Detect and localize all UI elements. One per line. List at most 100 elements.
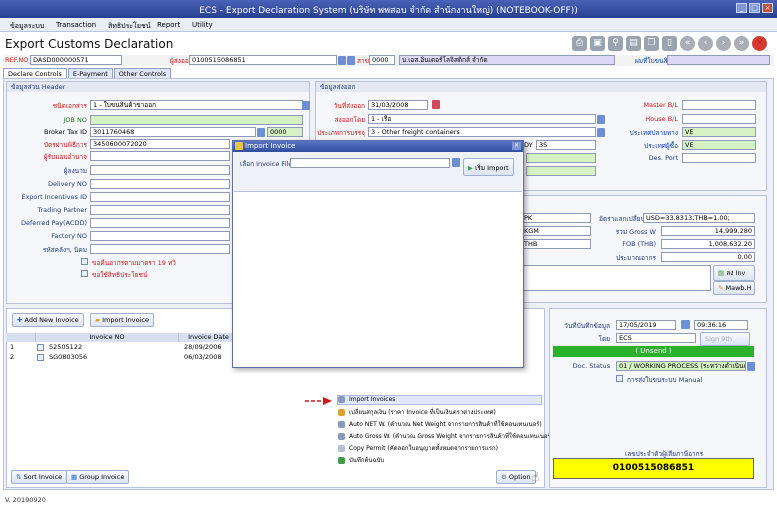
group-invoice-label: Group Invoice [79, 473, 125, 481]
import-invoice-label: Import Invoice [102, 316, 149, 324]
row-checkbox[interactable] [37, 354, 44, 361]
menu-item-system[interactable]: ข้อมูลระบบ [10, 21, 44, 32]
add-invoice-button[interactable]: ✚ Add New Invoice [12, 313, 84, 327]
privilege-checkbox[interactable] [81, 270, 88, 277]
refund-checkbox[interactable] [81, 258, 88, 265]
manual-checkbox[interactable] [616, 375, 623, 382]
calendar-icon[interactable] [432, 100, 440, 109]
fob-field: 1,008,632.20 [661, 239, 755, 249]
group-invoice-button[interactable]: ▦ Group Invoice [66, 470, 130, 484]
house-bl-field[interactable] [682, 114, 756, 124]
sort-invoice-button[interactable]: ⇅ Sort Invoice [11, 470, 68, 484]
factory-no-field[interactable] [90, 231, 230, 241]
des-port-field[interactable] [682, 153, 756, 163]
doc-type-dropdown-icon[interactable] [302, 101, 310, 110]
broker-dropdown-icon[interactable] [257, 128, 265, 137]
agent-field[interactable] [90, 151, 230, 161]
menu-item-transaction[interactable]: Transaction [56, 21, 96, 29]
copy-icon[interactable]: ❐ [644, 36, 659, 51]
title-bar: ECS - Export Declaration System (บริษัท … [0, 0, 777, 18]
delivery-no-label: Delivery NO [47, 180, 87, 188]
row-checkbox[interactable] [37, 344, 44, 351]
doc-type-select[interactable]: 1 - ใบขนสินค้าขาออก [90, 100, 303, 110]
broker-branch-field[interactable]: 0000 [267, 127, 303, 137]
dialog-close-icon[interactable]: × [512, 142, 521, 150]
buy-country-field[interactable]: VE [682, 140, 756, 150]
first-record-icon[interactable]: « [680, 36, 695, 51]
signer-field[interactable] [90, 165, 230, 175]
mawb-button[interactable]: ✎ Mawb.H [713, 281, 755, 295]
save-icon[interactable]: ▣ [590, 36, 605, 51]
package-unit-field[interactable]: PK [521, 213, 591, 223]
broker-card-label: บัตรผ่านพิธีการ [43, 141, 87, 149]
port-field-2[interactable] [526, 166, 596, 176]
minimize-icon[interactable]: _ [736, 3, 747, 13]
dialog-toolbar: เลือก Invoice File ▶ เริ่ม Import [234, 152, 522, 192]
menu-import-invoices[interactable]: Import Invoices [337, 395, 542, 405]
menu-change-currency[interactable]: เปลี่ยนสกุลเงิน (ราคา Invoice ที่เป็นเงิ… [338, 407, 496, 417]
close-icon[interactable]: × [762, 3, 773, 13]
rate-label: อัตราแลกเปลี่ยน [599, 215, 645, 223]
trading-partner-field[interactable] [90, 205, 230, 215]
transport-dropdown-icon[interactable] [597, 115, 605, 124]
menu-save-original[interactable]: บันทึกต้นฉบับ [338, 455, 384, 465]
cargo-select[interactable]: 3 - Other freight containers [368, 127, 596, 137]
doc-status-label: Doc. Status [572, 362, 610, 370]
menu-auto-net[interactable]: Auto NET W. (คำนวณ Net Weight จากรายการส… [338, 419, 542, 429]
remarks-field[interactable] [521, 265, 711, 291]
exporter-dropdown-icon[interactable] [338, 56, 346, 65]
cargo-dropdown-icon[interactable] [597, 128, 605, 137]
option-button[interactable]: ⚙ Option [496, 470, 536, 484]
exit-icon[interactable]: × [752, 36, 767, 51]
job-no-field[interactable] [90, 115, 303, 125]
last-record-icon[interactable]: » [734, 36, 749, 51]
maximize-icon[interactable]: □ [749, 3, 760, 13]
table-row[interactable]: 1 52505122 28/09/2006 [6, 343, 239, 352]
page-icon[interactable]: ▯ [662, 36, 677, 51]
browse-file-icon[interactable] [452, 158, 460, 167]
delivery-no-field[interactable] [90, 179, 230, 189]
currency-field[interactable]: THB [521, 239, 591, 249]
import-invoice-button[interactable]: ▰ Import Invoice [90, 313, 154, 327]
start-import-button[interactable]: ▶ เริ่ม Import [463, 158, 514, 176]
export-incentives-field[interactable] [90, 192, 230, 202]
dy-field[interactable]: 3S [536, 140, 596, 150]
menu-save-original-label: บันทึกต้นฉบับ [349, 457, 385, 464]
export-date-field[interactable]: 31/03/2008 [368, 100, 428, 110]
invoice-file-field[interactable] [290, 158, 450, 168]
next-record-icon[interactable]: › [716, 36, 731, 51]
prev-record-icon[interactable]: ‹ [698, 36, 713, 51]
ref-no-label: REF.NO [5, 56, 29, 64]
bond-field[interactable] [90, 244, 230, 254]
signer-label: ผู้ลงนาม [63, 167, 87, 175]
dest-country-field[interactable]: VE [682, 127, 756, 137]
sign-button[interactable]: Sign 9th [700, 332, 750, 346]
doc-status-dropdown-icon[interactable] [747, 362, 755, 371]
broker-tax-field[interactable]: 3011760468 [90, 127, 256, 137]
branch-field[interactable]: 0000 [369, 55, 395, 65]
exporter-field[interactable]: 0100515086851 [189, 55, 337, 65]
row-invoice-date: 28/09/2006 [184, 343, 222, 351]
exporter-lookup-icon[interactable] [347, 56, 355, 65]
menu-auto-gross[interactable]: Auto Gross W. (คำนวณ Gross Weight จากราย… [338, 431, 553, 441]
menu-item-privileges[interactable]: สิทธิประโยชน์ [108, 21, 151, 32]
doc-status-select[interactable]: 01 / WORKING PROCESS (ระหว่างดำเนินการ) [616, 361, 746, 371]
transport-select[interactable]: 1 - เรือ [368, 114, 596, 124]
menu-copy-permit[interactable]: Copy Permit (คัดลอกใบอนุญาตทั้งหมดจากราย… [338, 443, 498, 453]
print-icon[interactable]: ⎙ [572, 36, 587, 51]
master-bl-label: Master B/L [643, 101, 678, 109]
deferred-pay-field[interactable] [90, 218, 230, 228]
inv-button[interactable]: ▤ ลง Inv [713, 265, 755, 281]
menu-item-utility[interactable]: Utility [192, 21, 213, 29]
table-row[interactable]: 2 SG0803056 06/03/2008 [6, 353, 239, 362]
document-icon[interactable]: ▤ [626, 36, 641, 51]
weight-unit-field[interactable]: KGM [521, 226, 591, 236]
binoculars-icon[interactable]: ⚲ [608, 36, 623, 51]
dialog-title: Import Invoice [233, 141, 523, 152]
menu-item-report[interactable]: Report [157, 21, 180, 29]
calendar-icon[interactable] [681, 320, 690, 329]
broker-card-field[interactable]: 3450600072020 [90, 139, 230, 149]
master-bl-field[interactable] [682, 100, 756, 110]
port-field-1[interactable] [526, 153, 596, 163]
ref-no-field[interactable]: DASD000000571 [30, 55, 122, 65]
